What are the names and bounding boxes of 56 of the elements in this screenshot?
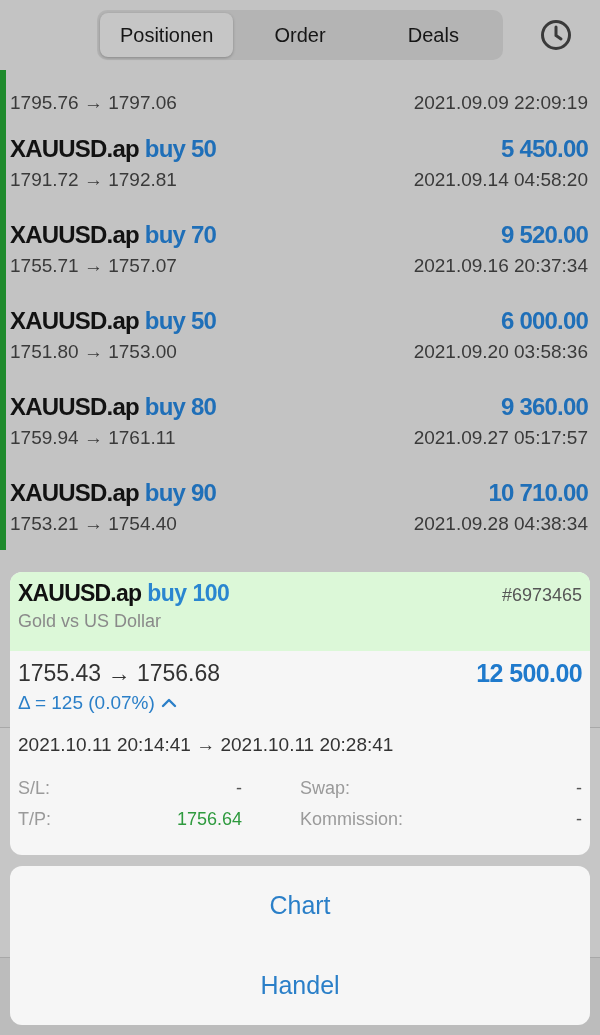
symbol-description: Gold vs US Dollar <box>18 611 163 632</box>
order-side: buy 80 <box>144 393 217 421</box>
timestamp: 2021.09.09 22:09:19 <box>413 92 588 114</box>
field-value: 1756.64 <box>176 809 242 830</box>
field-label: S/L: <box>18 778 51 799</box>
price-range: 1755.43 → 1756.68 <box>18 660 221 687</box>
symbol-label: XAUUSD.ap <box>10 307 139 335</box>
profit-value: 9 360.00 <box>500 393 588 421</box>
field-value: - <box>576 809 582 830</box>
history-row[interactable]: XAUUSD.ap buy 50 5 450.00 1791.72 → 1792.81 2021.09.14 04:58:20 <box>6 120 600 206</box>
profit-value: 5 450.00 <box>500 135 588 163</box>
field-value: - <box>576 778 582 799</box>
history-row[interactable]: XAUUSD.ap buy 80 9 360.00 1759.94 → 1761.11 2021.09.27 05:17:57 <box>6 378 600 464</box>
price-range: 1791.72 → 1792.81 <box>10 169 177 191</box>
field-label: Kommission: <box>300 809 404 830</box>
order-side: buy 100 <box>147 580 230 607</box>
history-row[interactable]: XAUUSD.ap buy 70 9 520.00 1755.71 → 1757.07 2021.09.16 20:37:34 <box>6 206 600 292</box>
segment-tab[interactable]: Order <box>233 13 367 57</box>
price-range: 1759.94 → 1761.11 <box>10 427 176 449</box>
profit-value: 10 710.00 <box>488 479 588 507</box>
chevron-up-icon[interactable] <box>160 698 177 708</box>
action-button[interactable]: Chart <box>10 866 590 946</box>
timestamp: 2021.09.27 05:17:57 <box>413 427 588 449</box>
profit-value: 9 520.00 <box>500 221 588 249</box>
history-row[interactable]: XAUUSD.ap buy 90 10 710.00 1753.21 → 1754.40 2021.09.28 04:38:34 <box>6 464 600 550</box>
order-side: buy 70 <box>144 221 217 249</box>
field-value: - <box>236 778 242 799</box>
timestamp: 2021.09.14 04:58:20 <box>413 169 588 191</box>
clock-icon[interactable] <box>540 19 572 51</box>
symbol-label: XAUUSD.ap <box>10 135 139 163</box>
price-range: 1755.71 → 1757.07 <box>10 255 177 277</box>
timestamp: 2021.09.28 04:38:34 <box>413 513 588 535</box>
action-button[interactable]: Handel <box>10 945 590 1025</box>
segment-tab[interactable]: Deals <box>366 13 500 57</box>
field-label: T/P: <box>18 809 51 830</box>
timestamp: 2021.09.16 20:37:34 <box>413 255 588 277</box>
profit-value: 6 000.00 <box>500 307 588 335</box>
price-range: 1753.21 → 1754.40 <box>10 513 177 535</box>
price-range: 1751.80 → 1753.00 <box>10 341 177 363</box>
symbol-label: XAUUSD.ap <box>10 393 139 421</box>
field-label: Swap: <box>300 778 351 799</box>
timestamp: 2021.09.20 03:58:36 <box>413 341 588 363</box>
symbol-label: XAUUSD.ap <box>10 479 139 507</box>
order-side: buy 90 <box>144 479 217 507</box>
profit-value: 12 500.00 <box>476 659 582 688</box>
delta-value: Δ = 125 (0.07%) <box>18 692 155 714</box>
history-row[interactable]: XAUUSD.ap buy 50 6 000.00 1751.80 → 1753.00 2021.09.20 03:58:36 <box>6 292 600 378</box>
symbol-label: XAUUSD.ap <box>10 221 139 249</box>
ticket-number: #6973465 <box>501 585 582 606</box>
order-side: buy 50 <box>144 307 217 335</box>
price-range: 1795.76 → 1797.06 <box>10 92 177 114</box>
time-range: 2021.10.11 20:14:41 → 2021.10.11 20:28:41 <box>18 734 394 756</box>
symbol-label: XAUUSD.ap <box>18 580 142 607</box>
segment-tab[interactable]: Positionen <box>100 13 234 57</box>
history-row[interactable]: 1795.76 → 1797.06 2021.09.09 22:09:19 <box>6 70 600 120</box>
order-side: buy 50 <box>144 135 217 163</box>
